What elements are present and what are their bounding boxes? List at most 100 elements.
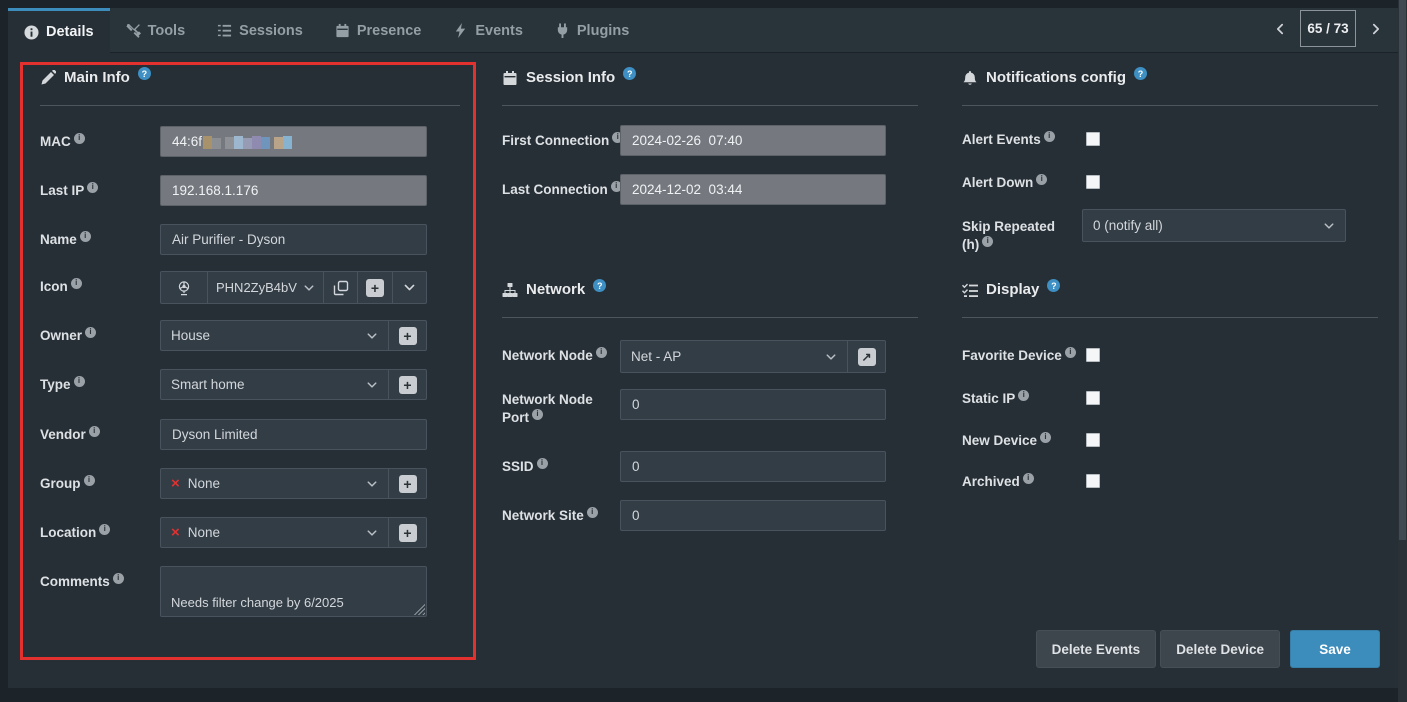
archived-checkbox[interactable]: [1086, 474, 1100, 488]
sitemap-icon: [502, 282, 518, 298]
vendor-input[interactable]: Dyson Limited: [160, 419, 427, 450]
red-x-icon: ×: [171, 524, 180, 541]
add-type-button[interactable]: +: [389, 370, 426, 399]
field-label: Skip Repeated (h)i: [962, 218, 1074, 255]
location-select[interactable]: × None: [161, 518, 388, 547]
tools-icon: [126, 23, 141, 38]
last-connection-input[interactable]: 2024-12-02 03:44: [620, 174, 886, 205]
section-title: Main Info: [64, 69, 130, 86]
last-ip-input[interactable]: 192.168.1.176: [160, 175, 427, 206]
prev-device-button[interactable]: [1267, 10, 1293, 47]
field-label: MACi: [40, 133, 85, 151]
tab-label: Events: [475, 23, 523, 39]
icon-control-group: PHN2ZyB4bV +: [160, 271, 427, 304]
group-select[interactable]: × None: [161, 469, 388, 498]
tab-label: Sessions: [239, 23, 303, 39]
help-icon[interactable]: ?: [138, 67, 151, 80]
add-location-button[interactable]: +: [389, 518, 426, 547]
divider: [962, 105, 1378, 106]
first-connection-input[interactable]: 2024-02-26 07:40: [620, 125, 886, 156]
tab-sessions[interactable]: Sessions: [201, 8, 319, 53]
network-node-port-input[interactable]: 0: [620, 389, 886, 420]
plus-icon: +: [399, 327, 417, 345]
bell-icon: [962, 70, 978, 86]
network-site-input[interactable]: 0: [620, 500, 886, 531]
save-button[interactable]: Save: [1290, 630, 1380, 668]
delete-events-button[interactable]: Delete Events: [1036, 630, 1157, 668]
field-label: Vendori: [40, 426, 100, 444]
expand-icon-list-button[interactable]: [393, 272, 426, 303]
new-device-checkbox[interactable]: [1086, 433, 1100, 447]
device-position-indicator: 65 / 73: [1300, 10, 1356, 47]
field-label: Locationi: [40, 524, 110, 542]
resize-handle[interactable]: [414, 604, 425, 615]
field-label: Network Node Porti: [502, 391, 614, 428]
type-select[interactable]: Smart home: [161, 370, 388, 399]
comments-textarea[interactable]: Needs filter change by 6/2025 Serial num…: [160, 566, 427, 617]
field-label: Network Sitei: [502, 507, 598, 525]
info-icon: i: [87, 182, 98, 193]
tab-plugins[interactable]: Plugins: [539, 8, 645, 53]
field-row-mac: MACi 44:6f: [20, 126, 476, 157]
field-label: Namei: [40, 231, 91, 249]
alert-events-checkbox[interactable]: [1086, 132, 1100, 146]
redacted-mac-pixels: [203, 135, 292, 149]
open-network-node-button[interactable]: ↗: [848, 341, 885, 372]
display-header: Display ?: [962, 281, 1060, 298]
chevron-right-icon: [1369, 22, 1383, 36]
alert-down-checkbox[interactable]: [1086, 175, 1100, 189]
next-device-button[interactable]: [1363, 10, 1389, 47]
device-details-page: Details Tools Sessions Presence Events P…: [0, 0, 1407, 702]
field-row-type: Typei Smart home +: [20, 369, 476, 400]
favorite-device-checkbox[interactable]: [1086, 348, 1100, 362]
tab-presence[interactable]: Presence: [319, 8, 438, 53]
scrollbar-thumb[interactable]: [1399, 0, 1406, 540]
help-icon[interactable]: ?: [623, 67, 636, 80]
field-label: Last IPi: [40, 182, 98, 200]
section-title: Display: [986, 281, 1039, 298]
ssid-input[interactable]: 0: [620, 451, 886, 482]
network-node-select[interactable]: Net - AP: [621, 341, 847, 372]
name-input[interactable]: Air Purifier - Dyson: [160, 224, 427, 255]
icon-select[interactable]: PHN2ZyB4bV: [208, 272, 323, 303]
field-label: SSIDi: [502, 458, 548, 476]
pencil-icon: [40, 70, 56, 86]
add-group-button[interactable]: +: [389, 469, 426, 498]
owner-control-group: House +: [160, 320, 427, 351]
skip-repeated-select-wrap: 0 (notify all): [1082, 209, 1346, 242]
help-icon[interactable]: ?: [1047, 279, 1060, 292]
add-owner-button[interactable]: +: [389, 321, 426, 350]
chevron-down-icon: [403, 281, 416, 294]
help-icon[interactable]: ?: [593, 279, 606, 292]
list-ol-icon: [217, 23, 232, 38]
field-row-network-site: Network Sitei 0: [490, 500, 930, 531]
scrollbar[interactable]: [1398, 0, 1407, 702]
field-label: Archivedi: [962, 473, 1034, 491]
delete-device-button[interactable]: Delete Device: [1160, 630, 1280, 668]
location-control-group: × None +: [160, 517, 427, 548]
tab-events[interactable]: Events: [437, 8, 539, 53]
network-node-control-group: Net - AP ↗: [620, 340, 886, 373]
plus-icon: +: [399, 376, 417, 394]
fan-icon: [176, 280, 192, 296]
field-row-first-connection: First Connectioni 2024-02-26 07:40: [490, 125, 930, 156]
chevron-down-icon: [303, 282, 315, 294]
field-row-last-ip: Last IPi 192.168.1.176: [20, 175, 476, 206]
field-label: New Devicei: [962, 432, 1051, 450]
field-label: Typei: [40, 376, 85, 394]
skip-repeated-select[interactable]: 0 (notify all): [1083, 210, 1345, 241]
chevron-down-icon: [366, 478, 378, 490]
add-icon-button[interactable]: +: [358, 272, 391, 303]
tab-tools[interactable]: Tools: [110, 8, 202, 53]
info-icon: i: [74, 376, 85, 387]
mac-input[interactable]: 44:6f: [160, 126, 427, 157]
chevron-down-icon: [366, 330, 378, 342]
tab-details[interactable]: Details: [8, 8, 110, 53]
copy-icon-button[interactable]: [324, 272, 357, 303]
help-icon[interactable]: ?: [1134, 67, 1147, 80]
owner-select[interactable]: House: [161, 321, 388, 350]
field-row-last-connection: Last Connectioni 2024-12-02 03:44: [490, 174, 930, 205]
static-ip-checkbox[interactable]: [1086, 391, 1100, 405]
tab-label: Details: [46, 24, 94, 40]
info-icon: i: [982, 236, 993, 247]
